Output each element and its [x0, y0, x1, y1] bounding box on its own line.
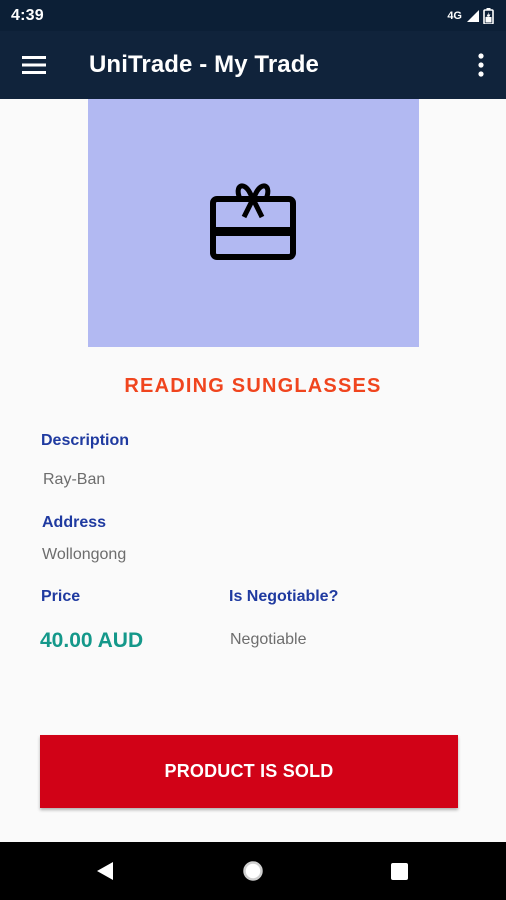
- status-time: 4:39: [11, 6, 44, 24]
- navigation-bar: [0, 842, 506, 900]
- hamburger-menu-icon[interactable]: [22, 53, 48, 77]
- status-icons: 4G: [447, 7, 494, 24]
- app-bar: UniTrade - My Trade: [0, 31, 506, 99]
- battery-icon: [483, 7, 494, 24]
- description-value: Ray-Ban: [43, 471, 106, 488]
- product-sold-button[interactable]: PRODUCT IS SOLD: [40, 735, 458, 808]
- negotiable-label: Is Negotiable?: [229, 588, 339, 605]
- more-vert-icon[interactable]: [474, 52, 488, 78]
- product-title: READING SUNGLASSES: [124, 375, 382, 397]
- address-label: Address: [42, 514, 107, 531]
- negotiable-value: Negotiable: [230, 631, 307, 648]
- product-image: [88, 99, 419, 347]
- back-icon[interactable]: [95, 861, 115, 881]
- price-value: 40.00 AUD: [40, 629, 144, 652]
- price-label: Price: [41, 588, 81, 605]
- gift-card-icon: [210, 183, 296, 260]
- network-type: 4G: [447, 9, 462, 22]
- description-label: Description: [41, 432, 130, 449]
- status-bar: 4:39 4G: [0, 0, 506, 31]
- home-icon[interactable]: [242, 860, 264, 882]
- page-title: UniTrade - My Trade: [89, 51, 319, 78]
- signal-icon: [467, 9, 479, 22]
- address-value: Wollongong: [42, 546, 127, 563]
- recents-icon[interactable]: [390, 862, 409, 881]
